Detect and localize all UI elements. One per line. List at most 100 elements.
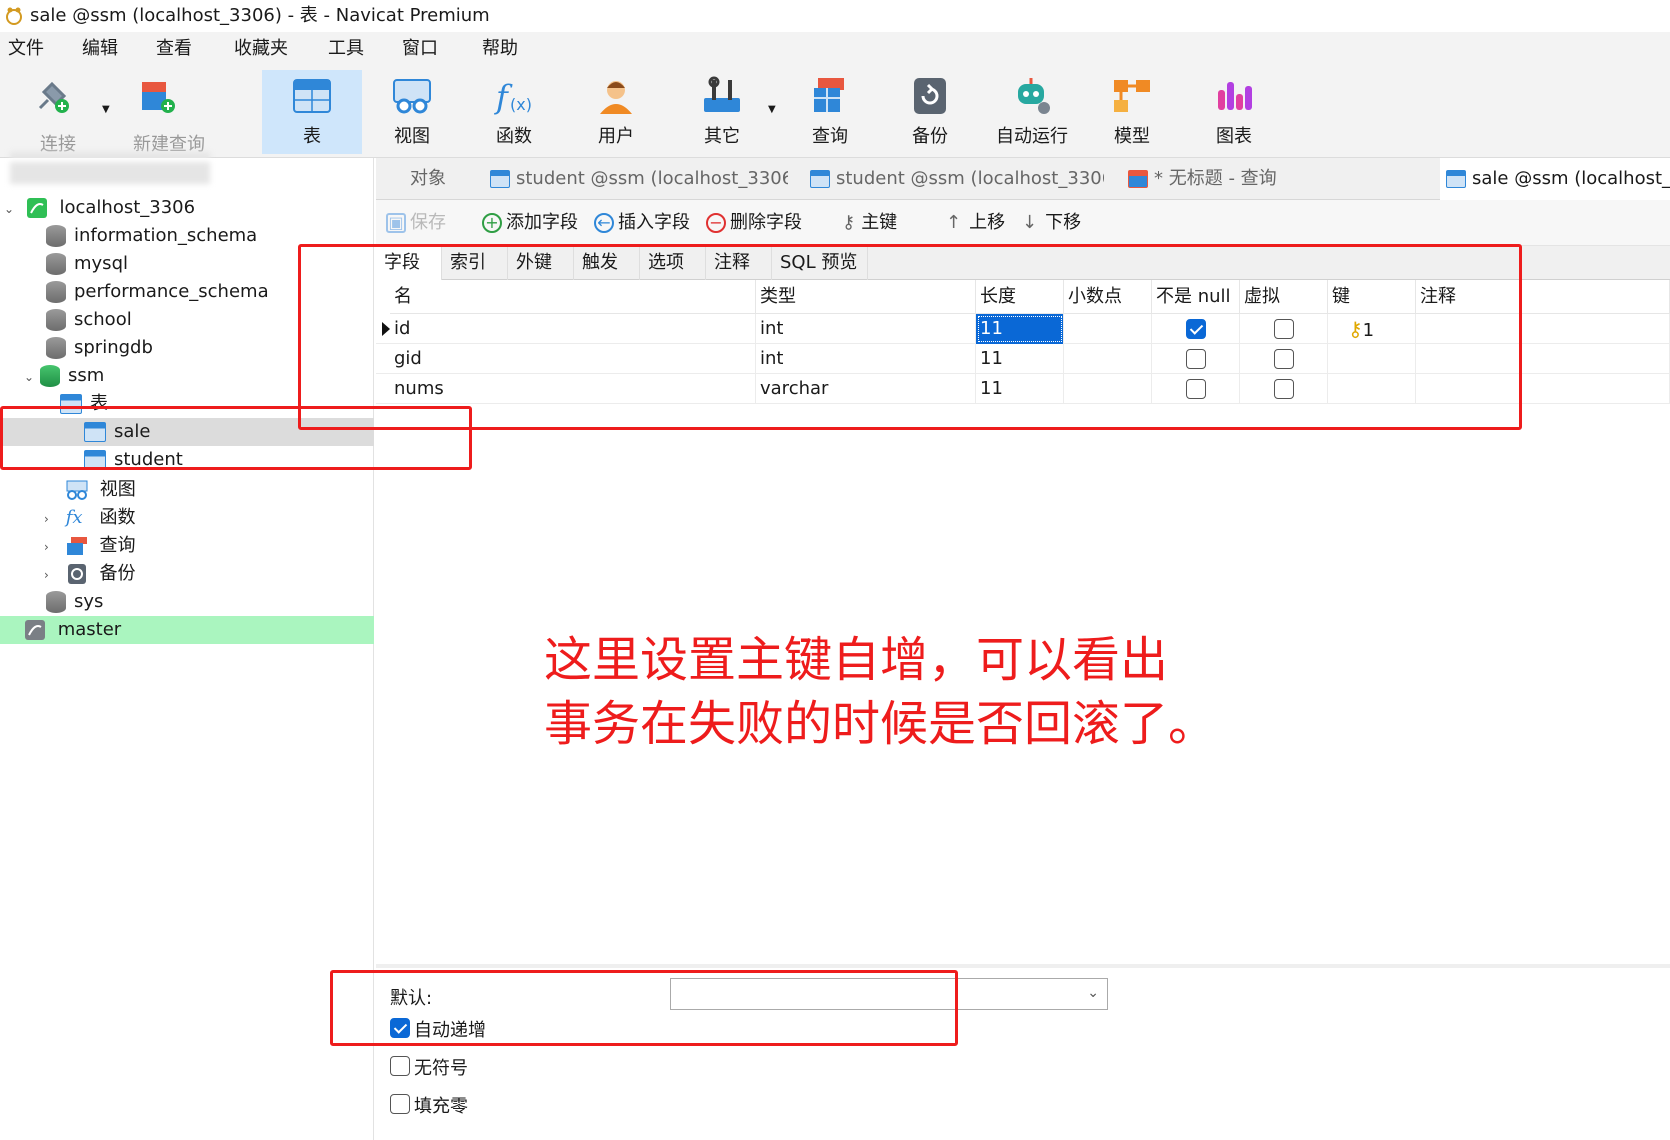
unsigned-checkbox[interactable] <box>390 1056 410 1076</box>
new-query-icon <box>142 82 175 113</box>
annotation-line-1: 这里设置主键自增，可以看出 <box>544 632 1169 688</box>
tab-untitled-query[interactable]: * 无标题 - 查询 <box>1122 158 1322 200</box>
zerofill-checkbox[interactable] <box>390 1094 410 1114</box>
connection-icon <box>26 198 47 218</box>
tab-student-1[interactable]: student @ssm (localhost_3306... <box>484 158 788 200</box>
toolbar-model-button[interactable]: 模型 <box>1084 70 1180 154</box>
svg-text:(x): (x) <box>510 95 532 114</box>
arrow-up-icon: ↑ <box>946 212 962 233</box>
chevron-down-icon[interactable]: ⌄ <box>24 363 40 391</box>
tree-folder-label: 函数 <box>99 507 136 528</box>
toolbar-query-label: 查询 <box>812 126 848 147</box>
tree-db-label: sys <box>74 591 104 612</box>
connect-button[interactable]: 连接 <box>10 70 106 154</box>
chevron-right-icon[interactable]: › <box>44 505 60 533</box>
chevron-down-icon[interactable]: ⌄ <box>4 195 20 223</box>
tree-db-sys[interactable]: sys <box>46 588 103 616</box>
toolbar-function-label: 函数 <box>496 126 532 147</box>
toolbar-user-button[interactable]: 用户 <box>568 70 664 154</box>
save-icon: ▣ <box>386 213 406 233</box>
tree-folder-views[interactable]: 视图 <box>66 476 136 504</box>
function-icon: fx <box>65 507 83 528</box>
tab-student-2[interactable]: student @ssm (localhost_3306... <box>804 158 1104 200</box>
tree-connection-localhost[interactable]: ⌄ localhost_3306 <box>4 194 195 222</box>
tree-db-school[interactable]: school <box>46 306 132 334</box>
move-down-button[interactable]: ↓ 下移 <box>1022 200 1081 246</box>
toolbar-view-button[interactable]: 视图 <box>364 70 460 154</box>
toolbar-backup-button[interactable]: 备份 <box>882 70 978 154</box>
tab-label: * 无标题 - 查询 <box>1154 168 1277 189</box>
add-icon: + <box>482 213 502 233</box>
tree-folder-label: 备份 <box>99 563 136 584</box>
toolbar-automation-label: 自动运行 <box>996 126 1068 147</box>
menu-favorites[interactable]: 收藏夹 <box>230 32 292 66</box>
table-edit-icon <box>1446 170 1466 188</box>
tree-connection-master[interactable]: master <box>0 616 374 644</box>
toolbar-table-button[interactable]: 表 <box>262 70 362 154</box>
tab-sale-active[interactable]: sale @ssm (localhost_3 <box>1440 158 1670 200</box>
toolbar-function-button[interactable]: f (x) 函数 <box>466 70 562 154</box>
backup-icon <box>67 564 86 584</box>
tree-folder-label: 查询 <box>99 535 136 556</box>
new-query-button[interactable]: 新建查询 <box>114 70 224 154</box>
toolbar-other-label: 其它 <box>704 126 740 147</box>
save-button[interactable]: ▣ 保存 <box>386 200 446 246</box>
toolbar-table-label: 表 <box>303 126 321 147</box>
database-icon <box>46 281 66 303</box>
database-icon <box>46 337 66 359</box>
toolbar-view-label: 视图 <box>394 126 430 147</box>
remove-icon: − <box>706 213 726 233</box>
tree-db-mysql[interactable]: mysql <box>46 250 128 278</box>
menu-help[interactable]: 帮助 <box>478 32 522 66</box>
chevron-down-icon[interactable]: ⌄ <box>1087 985 1099 1001</box>
other-dropdown-icon[interactable]: ▼ <box>768 104 776 115</box>
toolbar-query-button[interactable]: 查询 <box>782 70 878 154</box>
tree-folder-backups[interactable]: › 备份 <box>44 560 135 588</box>
toolbar-other-button[interactable]: 其它 <box>674 70 770 154</box>
menu-file[interactable]: 文件 <box>4 32 48 66</box>
tab-objects[interactable]: 对象 <box>410 158 490 200</box>
tree-folder-functions[interactable]: › fx 函数 <box>44 504 135 532</box>
menu-view[interactable]: 查看 <box>152 32 196 66</box>
tree-db-ssm[interactable]: ⌄ ssm <box>24 362 104 390</box>
add-field-label: 添加字段 <box>506 212 578 233</box>
tab-label: student @ssm (localhost_3306... <box>836 168 1104 189</box>
annotation-box-sale-table <box>0 406 472 470</box>
tree-folder-queries[interactable]: › 查询 <box>44 532 135 560</box>
add-field-button[interactable]: + 添加字段 <box>482 200 578 246</box>
chevron-right-icon[interactable]: › <box>44 561 60 589</box>
connect-dropdown-icon[interactable]: ▼ <box>102 104 110 115</box>
move-up-label: 上移 <box>969 212 1006 233</box>
database-icon <box>46 309 66 331</box>
window-title: sale @ssm (localhost_3306) - 表 - Navicat… <box>30 5 490 26</box>
menu-window[interactable]: 窗口 <box>398 32 442 66</box>
chevron-right-icon[interactable]: › <box>44 533 60 561</box>
tab-label: sale @ssm (localhost_3 <box>1472 168 1670 189</box>
tree-db-label: information_schema <box>74 225 258 246</box>
key-icon: ⚷ <box>842 212 856 233</box>
menu-edit[interactable]: 编辑 <box>78 32 122 66</box>
unsigned-label: 无符号 <box>414 1058 468 1079</box>
database-icon <box>46 225 66 247</box>
tree-db-performance-schema[interactable]: performance_schema <box>46 278 269 306</box>
insert-field-button[interactable]: ← 插入字段 <box>594 200 690 246</box>
query-icon <box>66 537 87 555</box>
toolbar-chart-button[interactable]: 图表 <box>1186 70 1282 154</box>
move-up-button[interactable]: ↑ 上移 <box>946 200 1005 246</box>
toolbar-chart-label: 图表 <box>1216 126 1252 147</box>
tree-db-information-schema[interactable]: information_schema <box>46 222 257 250</box>
query-icon <box>814 78 844 112</box>
primary-key-label: 主键 <box>861 212 898 233</box>
delete-field-button[interactable]: − 删除字段 <box>706 200 802 246</box>
view-icon <box>66 480 88 500</box>
tools-icon <box>704 76 740 112</box>
tree-db-springdb[interactable]: springdb <box>46 334 153 362</box>
menu-tools[interactable]: 工具 <box>324 32 368 66</box>
table-edit-icon <box>810 170 830 188</box>
annotation-text: 这里设置主键自增，可以看出 事务在失败的时候是否回滚了。 <box>544 628 1244 756</box>
tree-db-label: mysql <box>74 253 128 274</box>
toolbar-automation-button[interactable]: 自动运行 <box>982 70 1082 154</box>
user-icon <box>600 81 632 114</box>
zerofill-label: 填充零 <box>414 1096 468 1117</box>
primary-key-button[interactable]: ⚷ 主键 <box>842 200 897 246</box>
